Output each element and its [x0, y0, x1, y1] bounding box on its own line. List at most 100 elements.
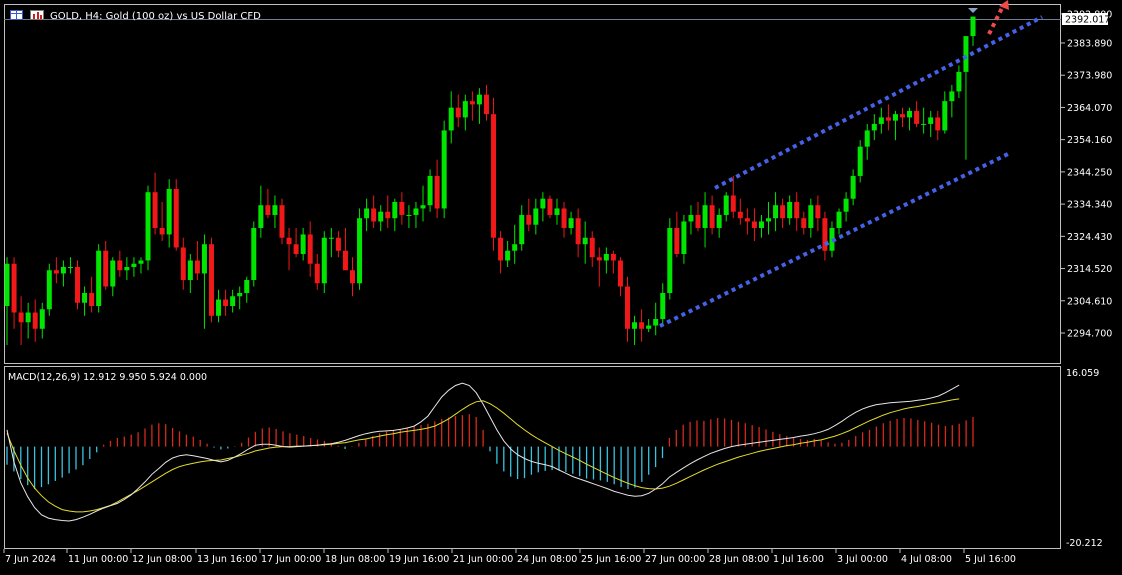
candle [110, 257, 116, 297]
price-axis-label: 2373.980 [1067, 71, 1112, 82]
candle [272, 195, 278, 228]
candle [610, 250, 616, 274]
candle [554, 198, 560, 225]
candle [265, 188, 271, 219]
candle [624, 276, 630, 342]
candle [328, 227, 334, 258]
candle [469, 91, 475, 121]
candle [455, 94, 461, 128]
candle [237, 286, 243, 310]
time-axis-label: 27 Jun 00:00 [645, 554, 705, 565]
candle [46, 263, 52, 316]
candle [949, 84, 955, 118]
candle [505, 240, 511, 267]
candle [251, 221, 257, 287]
candle [843, 192, 849, 222]
candle [519, 205, 525, 251]
time-axis-label: 25 Jun 16:00 [581, 554, 641, 565]
candle [180, 237, 186, 290]
candle [737, 198, 743, 225]
candle [533, 198, 539, 235]
candle [82, 286, 88, 316]
candle [864, 123, 870, 160]
candle [730, 175, 736, 219]
time-axis-label: 11 Jun 00:00 [68, 554, 128, 565]
candle [103, 240, 109, 290]
candle [639, 309, 645, 342]
time-axis-label: 18 Jun 08:00 [325, 554, 385, 565]
candle [540, 192, 546, 222]
price-axis: 2392.8002383.8902373.9802364.0702354.160… [1061, 10, 1112, 340]
candle [632, 315, 638, 346]
candle [378, 205, 384, 232]
candle [462, 94, 468, 131]
candle [216, 289, 222, 323]
candle [547, 195, 553, 219]
candle [244, 276, 250, 303]
candle [787, 195, 793, 225]
time-axis-label: 19 Jun 16:00 [389, 554, 449, 565]
candle [575, 208, 581, 258]
chart-canvas[interactable]: GOLD, H4: Gold (100 oz) vs US Dollar CFD… [0, 0, 1122, 571]
candle [716, 208, 722, 238]
candle [815, 195, 821, 232]
candle [18, 296, 24, 346]
macd-indicator [6, 382, 974, 522]
candle [448, 91, 454, 144]
time-axis-label: 7 Jun 2024 [5, 554, 56, 565]
candle [935, 110, 941, 141]
candle [321, 231, 327, 294]
candle [871, 114, 877, 141]
candle [342, 227, 348, 271]
price-axis-label: 2294.700 [1067, 329, 1112, 340]
candle [603, 247, 609, 274]
candle [956, 65, 962, 98]
high-marker-icon [968, 8, 978, 13]
candle [646, 319, 652, 333]
candle [201, 234, 207, 329]
candle [878, 107, 884, 134]
candle [751, 208, 757, 241]
time-axis-label: 12 Jun 08:00 [132, 554, 192, 565]
macd-label: MACD(12,26,9) 12.912 9.950 5.924 0.000 [8, 372, 207, 383]
candle [773, 192, 779, 232]
candle [526, 198, 532, 232]
candle [145, 185, 151, 271]
candle [25, 302, 31, 339]
grid-icon[interactable] [10, 10, 23, 20]
candle [307, 221, 313, 277]
candle [561, 201, 567, 238]
candle [300, 227, 306, 261]
price-axis-label: 2324.430 [1067, 232, 1112, 243]
candle [744, 208, 750, 235]
trend-channel[interactable] [659, 0, 1043, 328]
time-axis-label: 13 Jun 16:00 [197, 554, 257, 565]
candle [723, 192, 729, 222]
candle [335, 231, 341, 258]
time-axis-label: 5 Jul 16:00 [965, 554, 1016, 565]
candle [385, 195, 391, 228]
macd-signal-line [6, 398, 960, 513]
candle [688, 205, 694, 235]
candle [4, 257, 10, 346]
candle [907, 107, 913, 131]
candle [970, 16, 976, 46]
price-axis-label: 2344.250 [1067, 167, 1112, 178]
time-axis-label: 24 Jun 08:00 [517, 554, 577, 565]
candle [963, 36, 969, 160]
candle [899, 107, 905, 128]
price-axis-label: 2354.160 [1067, 135, 1112, 146]
chart-window[interactable]: GOLD, H4: Gold (100 oz) vs US Dollar CFD… [0, 0, 1122, 571]
candle [357, 208, 363, 290]
candle [131, 257, 137, 277]
candle [836, 208, 842, 235]
channel-lower-line[interactable] [659, 151, 1011, 328]
time-axis: 7 Jun 2024 11 Jun 00:00 12 Jun 08:00 13 Jun… [3, 549, 1016, 565]
price-axis-label: 2304.610 [1067, 296, 1112, 307]
bars-icon[interactable] [30, 10, 44, 20]
time-axis-label: 4 Jul 08:00 [901, 554, 952, 565]
candle [921, 107, 927, 134]
candle [476, 88, 482, 124]
forecast-arrow-icon [987, 0, 1009, 35]
candle [392, 198, 398, 232]
